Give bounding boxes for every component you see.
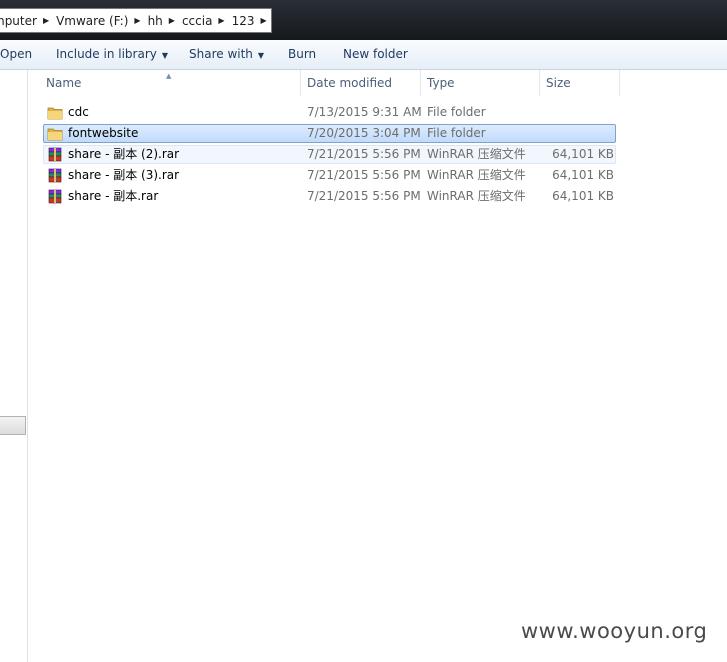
breadcrumb-arrow-icon[interactable]: ▶ (218, 16, 227, 25)
column-header-label: Date modified (307, 76, 393, 90)
file-type: File folder (427, 105, 486, 119)
file-row-fontwebsite[interactable]: fontwebsite 7/20/2015 3:04 PM File folde… (43, 124, 616, 143)
winrar-archive-icon (48, 168, 62, 183)
file-row-cdc[interactable]: cdc 7/13/2015 9:31 AM File folder (43, 103, 616, 122)
file-name: cdc (68, 105, 89, 119)
file-name: fontwebsite (68, 126, 139, 140)
burn-label: Burn (288, 47, 317, 61)
breadcrumb-arrow-icon[interactable]: ▶ (43, 16, 52, 25)
address-bar: mputer ▶ Vmware (F:) ▶ hh ▶ cccia ▶ 123 … (0, 0, 727, 40)
new-folder-label: New folder (343, 47, 408, 61)
column-header-label: Type (427, 76, 455, 90)
file-date-modified: 7/21/2015 5:56 PM (307, 168, 421, 182)
file-size (546, 104, 614, 121)
file-type: WinRAR 压缩文件 (427, 147, 526, 161)
breadcrumb-label: Vmware (F:) (56, 13, 129, 28)
file-name: share - 副本.rar (68, 189, 159, 203)
burn-button[interactable]: Burn (288, 40, 316, 69)
winrar-archive-icon (48, 189, 62, 204)
file-name: share - 副本 (2).rar (68, 147, 180, 161)
column-header-row: ▲ Name Date modified Type Size (40, 70, 620, 96)
include-in-library-label: Include in library (56, 47, 157, 61)
breadcrumb-label: cccia (181, 13, 213, 28)
column-header-type[interactable]: Type (421, 70, 540, 96)
share-with-button[interactable]: Share with ▼ (189, 40, 264, 69)
sort-ascending-icon: ▲ (166, 72, 172, 80)
file-type: WinRAR 压缩文件 (427, 168, 526, 182)
breadcrumb-arrow-icon[interactable]: ▶ (260, 16, 269, 25)
breadcrumb-item-computer[interactable]: mputer ▶ (0, 9, 52, 32)
column-header-date-modified[interactable]: Date modified (301, 70, 421, 96)
dropdown-caret-icon: ▼ (161, 51, 169, 60)
breadcrumb-item-cccia[interactable]: cccia ▶ (178, 9, 228, 32)
breadcrumb-arrow-icon[interactable]: ▶ (169, 16, 178, 25)
breadcrumb-label: hh (147, 13, 163, 28)
watermark: www.wooyun.org (521, 619, 708, 643)
file-name: share - 副本 (3).rar (68, 168, 180, 182)
file-size: 64,101 KB (552, 189, 614, 203)
file-date-modified: 7/21/2015 5:56 PM (307, 147, 421, 161)
file-date-modified: 7/21/2015 5:56 PM (307, 189, 421, 203)
folder-icon (47, 128, 63, 141)
file-row-share-copy-2[interactable]: share - 副本 (2).rar 7/21/2015 5:56 PM Win… (43, 145, 616, 164)
column-header-size[interactable]: Size (540, 70, 620, 96)
file-row-share-copy-3[interactable]: share - 副本 (3).rar 7/21/2015 5:56 PM Win… (43, 166, 616, 185)
navigation-pane (0, 70, 28, 662)
column-header-name[interactable]: ▲ Name (40, 70, 301, 96)
breadcrumb-item-hh[interactable]: hh ▶ (144, 9, 178, 32)
new-folder-button[interactable]: New folder (343, 40, 408, 69)
breadcrumb-label: mputer (0, 13, 37, 28)
file-type: WinRAR 压缩文件 (427, 189, 526, 203)
navigation-pane-scrollbar-thumb[interactable] (0, 416, 26, 435)
column-header-label: Size (546, 76, 571, 90)
file-type: File folder (427, 126, 486, 140)
include-in-library-button[interactable]: Include in library ▼ (56, 40, 168, 69)
winrar-archive-icon (48, 147, 62, 162)
file-date-modified: 7/13/2015 9:31 AM (307, 105, 422, 119)
breadcrumb-item-123[interactable]: 123 ▶ (228, 9, 270, 32)
file-size: 64,101 KB (552, 168, 614, 182)
file-size (546, 125, 614, 142)
folder-icon (47, 107, 63, 120)
open-button[interactable]: Open (0, 40, 32, 69)
file-size: 64,101 KB (552, 147, 614, 161)
file-date-modified: 7/20/2015 3:04 PM (307, 126, 421, 140)
open-label: Open (0, 47, 33, 61)
breadcrumb[interactable]: mputer ▶ Vmware (F:) ▶ hh ▶ cccia ▶ 123 … (0, 8, 272, 33)
column-header-label: Name (46, 76, 82, 90)
dropdown-caret-icon: ▼ (257, 51, 265, 60)
command-toolbar: Open Include in library ▼ Share with ▼ Bur… (0, 40, 727, 70)
share-with-label: Share with (189, 47, 253, 61)
breadcrumb-item-vmware[interactable]: Vmware (F:) ▶ (52, 9, 143, 32)
breadcrumb-label: 123 (231, 13, 255, 28)
file-row-share-copy[interactable]: share - 副本.rar 7/21/2015 5:56 PM WinRAR … (43, 187, 616, 206)
breadcrumb-arrow-icon[interactable]: ▶ (134, 16, 143, 25)
